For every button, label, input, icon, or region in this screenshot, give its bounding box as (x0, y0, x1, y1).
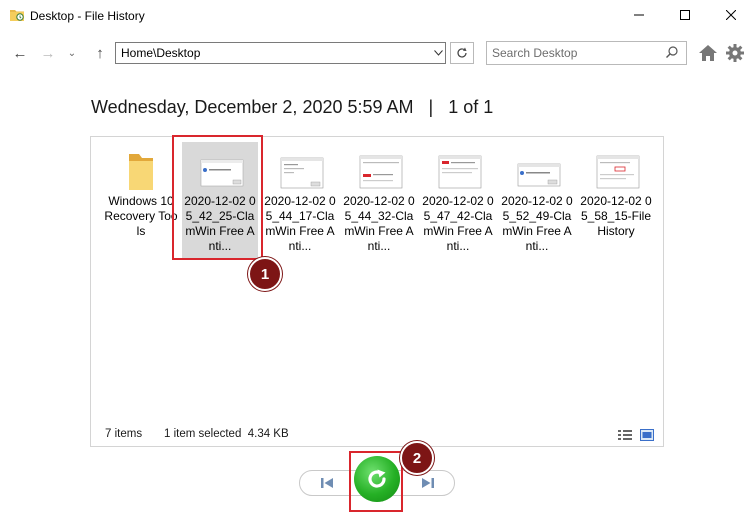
large-icons-view-button[interactable] (640, 428, 654, 441)
folder-icon (112, 152, 170, 190)
highlight-box-1 (172, 135, 263, 260)
next-version-button[interactable] (417, 475, 439, 491)
chevron-down-icon (433, 50, 443, 56)
home-button[interactable] (698, 43, 718, 63)
address-dropdown-button[interactable] (430, 43, 446, 63)
file-item[interactable]: 2020-12-02 05_44_17-ClamWin Free Anti... (262, 142, 338, 258)
maximize-button[interactable] (662, 0, 708, 30)
file-item[interactable]: 2020-12-02 05_44_32-ClamWin Free Anti... (341, 142, 417, 258)
search-input[interactable]: Search Desktop (492, 46, 577, 60)
recent-locations-button[interactable]: ⌄ (62, 42, 82, 64)
file-item-label: 2020-12-02 05_52_49-ClamWin Free Anti... (501, 194, 573, 253)
file-item-label: 2020-12-02 05_47_42-ClamWin Free Anti... (422, 194, 494, 253)
header-separator: | (428, 97, 434, 117)
screenshot-thumbnail-icon (508, 152, 566, 190)
settings-button[interactable] (725, 43, 745, 63)
file-item-label: 2020-12-02 05_58_15-File History (580, 194, 652, 238)
file-item[interactable]: 2020-12-02 05_52_49-ClamWin Free Anti... (499, 142, 575, 258)
previous-version-icon (321, 478, 333, 488)
refresh-icon (457, 47, 467, 58)
selection-info: 1 item selected 4.34 KB (164, 428, 289, 440)
home-icon (699, 45, 717, 61)
file-item-label: 2020-12-02 05_44_17-ClamWin Free Anti... (264, 194, 336, 253)
back-button[interactable]: ← (10, 42, 30, 64)
large-icons-view-icon (640, 429, 654, 441)
refresh-button[interactable] (450, 42, 474, 64)
gear-icon (726, 44, 744, 62)
next-version-icon (422, 478, 434, 488)
window-title: Desktop - File History (30, 9, 145, 23)
details-view-button[interactable] (618, 428, 632, 440)
screenshot-thumbnail-icon (587, 152, 645, 190)
page-indicator: 1 of 1 (448, 97, 494, 117)
file-item[interactable]: 2020-12-02 05_58_15-File History (578, 142, 654, 258)
backup-date: Wednesday, December 2, 2020 5:59 AM (91, 97, 414, 117)
file-item-label: 2020-12-02 05_44_32-ClamWin Free Anti... (343, 194, 415, 253)
details-view-icon (618, 430, 632, 440)
file-item-label: Windows 10 Recovery Tools (104, 194, 178, 238)
up-arrow-icon: ↑ (96, 44, 104, 62)
close-button[interactable] (708, 0, 754, 30)
previous-version-button[interactable] (316, 475, 338, 491)
screenshot-thumbnail-icon (350, 152, 408, 190)
folder-history-icon (9, 8, 25, 22)
search-icon[interactable] (665, 45, 679, 59)
file-item[interactable]: 2020-12-02 05_47_42-ClamWin Free Anti... (420, 142, 496, 258)
up-button[interactable]: ↑ (90, 42, 110, 64)
minimize-button[interactable] (616, 0, 662, 30)
screenshot-thumbnail-icon (271, 152, 329, 190)
address-path[interactable]: Home\Desktop (121, 46, 200, 60)
screenshot-thumbnail-icon (429, 152, 487, 190)
back-arrow-icon: ← (12, 44, 28, 62)
item-count: 7 items (105, 428, 143, 440)
step-badge-2: 2 (400, 441, 434, 475)
chevron-down-icon: ⌄ (67, 47, 77, 59)
file-item-folder[interactable]: Windows 10 Recovery Tools (103, 142, 179, 258)
backup-date-header: Wednesday, December 2, 2020 5:59 AM | 1 … (91, 97, 493, 118)
forward-arrow-icon: → (40, 44, 56, 62)
step-badge-1: 1 (248, 257, 282, 291)
highlight-box-2 (349, 451, 403, 512)
forward-button[interactable]: → (38, 42, 58, 64)
